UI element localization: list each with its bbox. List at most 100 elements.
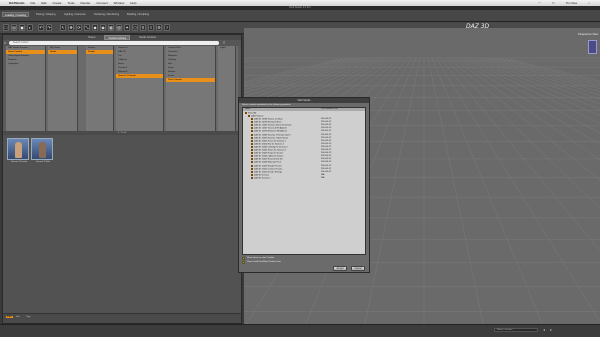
tool-settings-icon[interactable]: ⚙ <box>156 24 162 31</box>
spot-render-icon[interactable]: ▦ <box>108 24 114 31</box>
browser-item[interactable]: Categories <box>6 62 45 66</box>
asset-thumb[interactable]: Genesis 2 Male <box>31 138 53 163</box>
lesson-prev-icon[interactable]: ◂ <box>543 327 545 332</box>
room-tabs: Loading | Creating Posing | Shaping Lighti… <box>0 10 600 22</box>
grid-line <box>459 57 600 134</box>
universal-tool-icon[interactable]: ✥ <box>68 24 74 31</box>
metadata-dialog: DAZ Studio Select content metadata for t… <box>238 97 370 273</box>
menu-item[interactable]: Help <box>130 1 136 5</box>
clear-checkbox[interactable] <box>242 261 245 264</box>
camera-tool-icon[interactable]: ◉ <box>100 24 106 31</box>
browser-column: My Library Studio <box>48 46 78 131</box>
checkbox-icon[interactable] <box>251 176 253 179</box>
undo-icon[interactable]: ↶ <box>38 24 44 31</box>
product-row[interactable]: DAZ 3D Genesis 2 N/A <box>243 176 365 180</box>
browser-column: Content Files Character Materials Clothing H… <box>166 46 216 131</box>
checkbox-icon[interactable] <box>251 130 253 133</box>
menu-item[interactable]: Window <box>114 1 125 5</box>
menu-item[interactable]: Render <box>81 1 91 5</box>
lesson-select[interactable]: Select a Lesson... <box>494 328 538 332</box>
grid-line <box>503 57 600 82</box>
checkbox-icon[interactable] <box>251 127 253 130</box>
checkbox-icon[interactable] <box>251 155 253 158</box>
grid-line <box>447 57 600 181</box>
checkbox-icon[interactable] <box>248 115 250 117</box>
rotate-tool-icon[interactable]: ⟳ <box>76 24 82 31</box>
menu-item[interactable]: DAZStudio <box>9 1 25 5</box>
camera-selector[interactable]: Perspective View <box>578 33 598 36</box>
lesson-next-icon[interactable]: ▸ <box>550 327 552 332</box>
browser-column: Lights <box>218 46 236 131</box>
checkbox-icon[interactable] <box>251 136 253 139</box>
accept-button[interactable]: Accept <box>333 266 347 271</box>
geometry-editor-icon[interactable]: ⬡ <box>132 24 138 31</box>
browser-item[interactable]: Genesis 2 Female <box>116 74 163 78</box>
asset-thumb[interactable]: Genesis 2 Female <box>7 138 29 163</box>
joint-editor-icon[interactable]: ⚲ <box>140 24 146 31</box>
node-weight-tool-icon[interactable]: ◆ <box>92 24 98 31</box>
spotlight-icon[interactable]: ⌕ <box>588 1 590 5</box>
product-list: Name Last Installed Date Select All DAZ P… <box>242 107 366 255</box>
room-tab[interactable]: Lighting | Cameras <box>62 12 88 17</box>
grid-line <box>471 57 600 110</box>
menu-item[interactable]: Tools <box>68 1 75 5</box>
menu-item[interactable]: Connect <box>96 1 107 5</box>
content-library-pane: Scene Content Library Smart Content ⌕ Sear… <box>2 34 242 324</box>
browser-column: Genesis 2 DAZ 3D Cat 14 Actors Horse Victoria… <box>116 46 164 131</box>
browser-item[interactable]: Studio <box>48 50 77 54</box>
checkbox-icon[interactable] <box>251 133 253 136</box>
checkbox-icon[interactable] <box>251 164 253 167</box>
checkbox-icon[interactable] <box>251 170 253 173</box>
open-icon[interactable]: ▤ <box>11 24 17 31</box>
bottom-tab[interactable]: Info <box>16 316 20 318</box>
browser-item[interactable]: Lights <box>218 46 235 50</box>
menu-item[interactable]: File <box>31 1 36 5</box>
room-tab[interactable]: Building | Sculpting <box>125 12 151 17</box>
cancel-button[interactable]: Cancel <box>351 266 365 271</box>
show-checkbox[interactable] <box>242 257 245 260</box>
wifi-icon: ◠ <box>538 1 541 5</box>
checkbox-icon[interactable] <box>251 121 253 124</box>
checkbox-icon[interactable] <box>251 118 253 120</box>
scale-tool-icon[interactable]: ⤡ <box>84 24 90 31</box>
room-tab[interactable]: Loading | Creating <box>2 12 30 17</box>
content-browser: DAZ Studio Formats Smart Content Other Imp… <box>6 46 238 131</box>
surface-tool-icon[interactable]: ▧ <box>116 24 122 31</box>
light-tool-icon[interactable]: ✦ <box>124 24 130 31</box>
checkbox-icon[interactable] <box>251 158 253 161</box>
render-icon[interactable]: ◐ <box>27 24 33 31</box>
battery-icon: ▭ <box>551 1 555 5</box>
view-cube-icon[interactable] <box>588 40 597 54</box>
checkbox-icon[interactable] <box>251 173 253 176</box>
browser-item[interactable]: Pose Controls <box>166 78 215 82</box>
help-icon[interactable]: ? <box>164 24 170 31</box>
checkbox-icon[interactable] <box>251 161 253 164</box>
checkbox-icon[interactable] <box>251 145 253 148</box>
room-tab[interactable]: Posing | Shaping <box>34 12 58 17</box>
user-name[interactable]: Tim Moe <box>566 1 578 5</box>
checkbox-icon[interactable] <box>251 149 253 151</box>
bottom-tab[interactable]: Files <box>6 316 13 318</box>
checkbox-icon[interactable] <box>251 167 253 170</box>
pane-menu-icon[interactable]: ≡ <box>223 40 225 45</box>
browser-item[interactable]: People <box>86 50 113 54</box>
select-tool-icon[interactable]: ↖ <box>60 24 66 31</box>
checkbox-icon[interactable] <box>251 152 253 155</box>
checkbox-icon[interactable] <box>251 124 253 127</box>
asset-view: Genesis 2 Female Genesis 2 Male <box>3 135 241 313</box>
save-icon[interactable]: ▣ <box>19 24 25 31</box>
room-tab[interactable]: Surfacing | Rendering <box>92 12 121 17</box>
col-date-header: Last Installed Date <box>321 108 338 110</box>
checkbox-icon[interactable] <box>251 139 253 142</box>
redo-icon[interactable]: ↷ <box>46 24 52 31</box>
grid-line <box>435 57 600 323</box>
menu-item[interactable]: Create <box>53 1 62 5</box>
grid-line <box>463 57 600 124</box>
menu-item[interactable]: Edit <box>41 1 46 5</box>
node-align-icon[interactable]: ≡ <box>148 24 154 31</box>
checkbox-icon[interactable] <box>251 142 253 145</box>
search-input[interactable]: Search content <box>9 41 219 45</box>
new-scene-icon[interactable]: □ <box>3 24 9 31</box>
bottom-tab[interactable]: Tags <box>26 316 31 318</box>
checkbox-icon[interactable] <box>245 112 247 114</box>
